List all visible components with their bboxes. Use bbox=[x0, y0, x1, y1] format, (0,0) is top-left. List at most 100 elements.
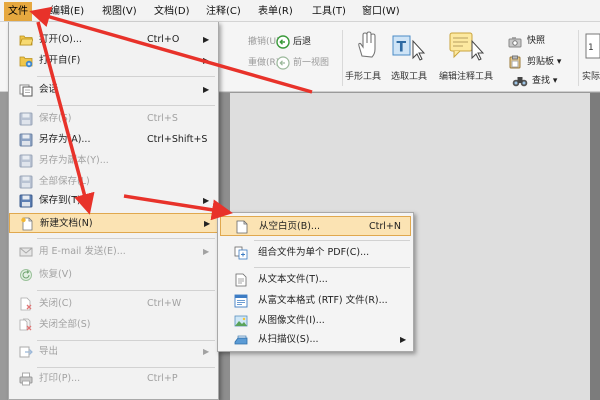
menu-item-label: 关闭(C) bbox=[39, 298, 73, 309]
menu-item-save-as[interactable]: 另存为(A)... Ctrl+Shift+S bbox=[9, 130, 218, 150]
submenu-item-label: 从扫描仪(S)... bbox=[258, 334, 319, 345]
forward-icon[interactable] bbox=[276, 56, 290, 70]
save-copy-icon bbox=[19, 154, 33, 168]
clipboard-text: 剪贴板 bbox=[527, 57, 555, 67]
menu-separator bbox=[37, 290, 215, 291]
menu-separator bbox=[37, 76, 215, 77]
menu-item-label: 关闭全部(S) bbox=[39, 319, 91, 330]
scanner-icon bbox=[234, 333, 248, 347]
menu-tools[interactable]: 工具(T) bbox=[312, 3, 346, 20]
toolbar-separator bbox=[578, 30, 579, 86]
menu-window[interactable]: 窗口(W) bbox=[362, 3, 400, 20]
submenu-item-label: 从富文本格式 (RTF) 文件(R)... bbox=[258, 295, 388, 306]
submenu-arrow-icon: ▶ bbox=[400, 335, 407, 344]
submenu-item-from-scanner[interactable]: 从扫描仪(S)... ▶ bbox=[220, 330, 411, 350]
menu-separator bbox=[37, 238, 215, 239]
save-as-icon bbox=[19, 133, 33, 147]
menu-item-shortcut: Ctrl+S bbox=[147, 113, 178, 124]
page-shadow bbox=[590, 93, 600, 400]
redo-label: 重做(R) bbox=[248, 58, 280, 68]
hand-icon[interactable] bbox=[354, 30, 380, 60]
save-icon bbox=[19, 112, 33, 126]
submenu-item-from-image[interactable]: 从图像文件(I)... bbox=[220, 311, 411, 331]
submenu-item-label: 从空白页(B)... bbox=[259, 221, 320, 232]
clipboard-icon[interactable] bbox=[508, 55, 522, 69]
menu-item-label: 打开(O)... bbox=[39, 34, 82, 45]
menu-item-save-copy[interactable]: 另存为副本(Y)... bbox=[9, 151, 218, 171]
revert-icon bbox=[19, 268, 33, 282]
menu-separator bbox=[37, 340, 215, 341]
menu-separator bbox=[37, 105, 215, 106]
menu-form[interactable]: 表单(R) bbox=[258, 3, 293, 20]
menu-item-print[interactable]: 打印(P)... Ctrl+P bbox=[9, 369, 218, 389]
menu-bar: 文件 编辑(E) 视图(V) 文档(D) 注释(C) 表单(R) 工具(T) 窗… bbox=[0, 0, 600, 22]
menu-item-label: 打开自(F) bbox=[39, 55, 81, 66]
menu-item-save-all[interactable]: 全部保存(L) bbox=[9, 172, 218, 192]
menu-document[interactable]: 文档(D) bbox=[154, 3, 190, 20]
annotation-edit-icon[interactable] bbox=[448, 30, 485, 62]
find-label[interactable]: 查找 ▾ bbox=[532, 75, 557, 88]
new-document-icon bbox=[20, 217, 34, 231]
menu-edit[interactable]: 编辑(E) bbox=[50, 3, 84, 20]
prev-view-label[interactable]: 前一视图 bbox=[293, 57, 329, 70]
submenu-arrow-icon: ▶ bbox=[203, 35, 210, 44]
menu-item-open-from[interactable]: 打开自(F) ▶ bbox=[9, 51, 218, 71]
close-document-icon bbox=[19, 297, 33, 311]
submenu-item-from-rtf[interactable]: 从富文本格式 (RTF) 文件(R)... bbox=[220, 291, 411, 311]
rtf-file-icon bbox=[234, 294, 248, 308]
combine-files-icon bbox=[234, 246, 248, 260]
menu-item-close[interactable]: 关闭(C) Ctrl+W bbox=[9, 294, 218, 314]
menu-separator bbox=[254, 240, 410, 241]
menu-item-label: 全部保存(L) bbox=[39, 176, 90, 187]
svg-text:T: T bbox=[397, 40, 407, 56]
submenu-item-from-text[interactable]: 从文本文件(T)... bbox=[220, 270, 411, 290]
menu-file[interactable]: 文件 bbox=[4, 2, 32, 21]
undo-label: 撤销(U) bbox=[248, 37, 280, 47]
camera-icon[interactable] bbox=[508, 36, 522, 48]
binoculars-icon[interactable] bbox=[512, 74, 528, 88]
close-all-icon bbox=[19, 318, 33, 332]
chevron-down-icon: ▾ bbox=[556, 57, 562, 67]
menu-item-label: 保存到(T) bbox=[39, 195, 81, 206]
svg-text:1: 1 bbox=[588, 43, 594, 53]
menu-item-email[interactable]: 用 E-mail 发送(E)... ▶ bbox=[9, 242, 218, 262]
email-icon bbox=[19, 245, 33, 259]
actual-size-icon[interactable]: 1 bbox=[584, 32, 600, 60]
menu-item-shortcut: Ctrl+Shift+S bbox=[147, 134, 208, 145]
clipboard-label[interactable]: 剪贴板 ▾ bbox=[527, 56, 561, 69]
menu-item-session[interactable]: 会话 ▶ bbox=[9, 80, 218, 100]
menu-item-shortcut: Ctrl+O bbox=[147, 34, 180, 45]
submenu-item-combine-pdf[interactable]: 组合文件为单个 PDF(C)... bbox=[220, 243, 411, 263]
edit-annotation-tool-label[interactable]: 编辑注释工具 bbox=[439, 69, 493, 82]
submenu-arrow-icon: ▶ bbox=[203, 196, 210, 205]
file-menu: 打开(O)... Ctrl+O ▶ 打开自(F) ▶ 会话 ▶ 保存(S) Ct… bbox=[8, 22, 219, 400]
menu-item-new-document[interactable]: 新建文档(N) ▶ bbox=[9, 213, 218, 233]
menu-item-export[interactable]: 导出 ▶ bbox=[9, 342, 218, 362]
back-icon[interactable] bbox=[276, 35, 290, 49]
submenu-item-blank-page[interactable]: 从空白页(B)... Ctrl+N bbox=[220, 216, 411, 236]
menu-item-save-to[interactable]: 保存到(T) ▶ bbox=[9, 191, 218, 211]
select-tool-label[interactable]: 选取工具 bbox=[391, 69, 427, 82]
snapshot-label[interactable]: 快照 bbox=[527, 35, 545, 48]
toolbar-separator bbox=[342, 30, 343, 86]
menu-item-label: 另存为副本(Y)... bbox=[39, 155, 109, 166]
menu-view[interactable]: 视图(V) bbox=[102, 3, 137, 20]
menu-item-partial bbox=[9, 392, 218, 400]
menu-item-open[interactable]: 打开(O)... Ctrl+O ▶ bbox=[9, 30, 218, 50]
menu-item-label: 另存为(A)... bbox=[39, 134, 91, 145]
menu-item-label: 保存(S) bbox=[39, 113, 72, 124]
menu-item-revert[interactable]: 恢复(V) bbox=[9, 265, 218, 285]
submenu-arrow-icon: ▶ bbox=[203, 247, 210, 256]
select-text-icon[interactable]: T bbox=[391, 32, 427, 62]
menu-item-label: 会话 bbox=[39, 84, 59, 95]
menu-item-save[interactable]: 保存(S) Ctrl+S bbox=[9, 109, 218, 129]
hand-tool-label[interactable]: 手形工具 bbox=[345, 69, 381, 82]
menu-item-close-all[interactable]: 关闭全部(S) bbox=[9, 315, 218, 335]
actual-size-label[interactable]: 实际 bbox=[582, 69, 600, 82]
submenu-item-label: 从图像文件(I)... bbox=[258, 315, 325, 326]
menu-item-label: 恢复(V) bbox=[39, 269, 72, 280]
menu-item-shortcut: Ctrl+P bbox=[147, 373, 178, 384]
menu-comment[interactable]: 注释(C) bbox=[206, 3, 241, 20]
back-label[interactable]: 后退 bbox=[293, 36, 311, 49]
submenu-arrow-icon: ▶ bbox=[203, 56, 210, 65]
